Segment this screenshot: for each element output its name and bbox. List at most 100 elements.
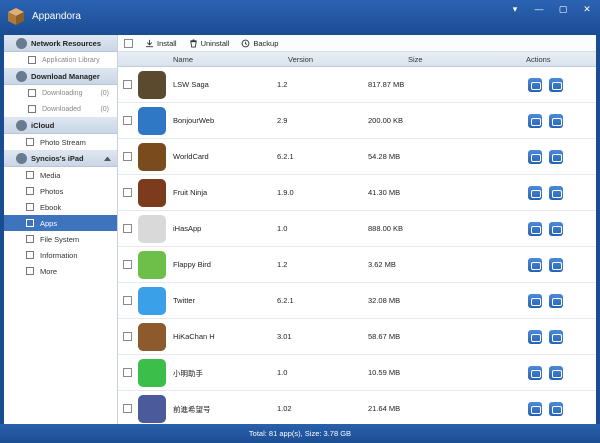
column-version[interactable]: Version xyxy=(288,55,313,64)
row-checkbox[interactable] xyxy=(123,116,132,125)
sidebar-section-download-manager[interactable]: Download Manager xyxy=(4,68,117,85)
sidebar-item-ebook[interactable]: Ebook xyxy=(4,199,117,215)
install-button[interactable]: Install xyxy=(145,39,177,48)
row-checkbox[interactable] xyxy=(123,80,132,89)
uninstall-app-button[interactable] xyxy=(549,294,563,308)
uninstall-app-button[interactable] xyxy=(549,402,563,416)
table-row[interactable]: Fruit Ninja 1.9.0 41.30 MB xyxy=(118,175,596,211)
backup-button[interactable]: Backup xyxy=(241,39,278,48)
app-name: HiKaChan H xyxy=(173,332,215,341)
download-icon xyxy=(16,70,27,82)
backup-app-button[interactable] xyxy=(528,258,542,272)
row-checkbox[interactable] xyxy=(123,404,132,413)
sidebar-item-apps[interactable]: Apps xyxy=(4,215,117,231)
backup-app-button[interactable] xyxy=(528,222,542,236)
eject-icon[interactable] xyxy=(104,155,111,161)
row-checkbox[interactable] xyxy=(123,260,132,269)
sidebar-item-information[interactable]: Information xyxy=(4,247,117,263)
sidebar: Network Resources Application Library Do… xyxy=(4,35,118,424)
sidebar-section-network-resources[interactable]: Network Resources xyxy=(4,35,117,52)
sidebar-item-more[interactable]: More xyxy=(4,263,117,279)
uninstall-app-button[interactable] xyxy=(549,186,563,200)
ipad-icon xyxy=(16,152,27,164)
appandora-logo-icon xyxy=(8,8,24,25)
backup-app-button[interactable] xyxy=(528,114,542,128)
backup-app-button[interactable] xyxy=(528,330,542,344)
install-icon xyxy=(145,39,154,47)
row-checkbox[interactable] xyxy=(123,188,132,197)
app-version: 1.0 xyxy=(277,368,288,377)
uninstall-app-button[interactable] xyxy=(549,366,563,380)
app-version: 1.9.0 xyxy=(277,188,294,197)
sidebar-item-downloading[interactable]: Downloading (0) xyxy=(4,85,117,101)
backup-app-button[interactable] xyxy=(528,402,542,416)
backup-app-button[interactable] xyxy=(528,366,542,380)
app-name: Fruit Ninja xyxy=(173,188,208,197)
table-row[interactable]: Flappy Bird 1.2 3.62 MB xyxy=(118,247,596,283)
uninstall-app-button[interactable] xyxy=(549,330,563,344)
app-size: 888.00 KB xyxy=(368,224,404,233)
library-icon xyxy=(28,56,36,64)
uninstall-app-button[interactable] xyxy=(549,258,563,272)
backup-app-button[interactable] xyxy=(528,78,542,92)
minimize-button[interactable]: — xyxy=(532,4,546,15)
app-version: 2.9 xyxy=(277,116,288,125)
sidebar-item-downloaded[interactable]: Downloaded (0) xyxy=(4,101,117,117)
window-title: Appandora xyxy=(32,11,81,22)
uninstall-app-button[interactable] xyxy=(549,150,563,164)
table-row[interactable]: iHasApp 1.0 888.00 KB xyxy=(118,211,596,247)
select-all-checkbox[interactable] xyxy=(124,38,133,48)
app-size: 10.59 MB xyxy=(368,368,401,377)
app-version: 1.2 xyxy=(277,260,288,269)
backup-app-button[interactable] xyxy=(528,186,542,200)
row-checkbox[interactable] xyxy=(123,152,132,161)
table-row[interactable]: WorldCard 6.2.1 54.28 MB xyxy=(118,139,596,175)
app-name: iHasApp xyxy=(173,224,202,233)
table-row[interactable]: 小明助手 1.0 10.59 MB xyxy=(118,355,596,391)
table-row[interactable]: Twitter 6.2.1 32.08 MB xyxy=(118,283,596,319)
backup-app-button[interactable] xyxy=(528,150,542,164)
apps-table: LSW Saga 1.2 817.87 MB BonjourWeb 2.9 20… xyxy=(118,67,596,424)
app-icon xyxy=(138,359,166,387)
sidebar-item-photos[interactable]: Photos xyxy=(4,183,117,199)
app-version: 6.2.1 xyxy=(277,152,294,161)
column-actions: Actions xyxy=(526,55,551,64)
app-size: 817.87 MB xyxy=(368,80,405,89)
row-checkbox[interactable] xyxy=(123,296,132,305)
app-icon xyxy=(138,323,166,351)
sidebar-section-device[interactable]: Syncios's iPad xyxy=(4,150,117,167)
sidebar-item-file-system[interactable]: File System xyxy=(4,231,117,247)
row-checkbox[interactable] xyxy=(123,332,132,341)
heart-icon xyxy=(26,267,34,275)
app-size: 3.62 MB xyxy=(368,260,396,269)
column-name[interactable]: Name xyxy=(173,55,193,64)
maximize-button[interactable]: ▢ xyxy=(556,4,570,15)
backup-app-button[interactable] xyxy=(528,294,542,308)
table-row[interactable]: BonjourWeb 2.9 200.00 KB xyxy=(118,103,596,139)
uninstall-app-button[interactable] xyxy=(549,114,563,128)
table-row[interactable]: LSW Saga 1.2 817.87 MB xyxy=(118,67,596,103)
sidebar-item-media[interactable]: Media xyxy=(4,167,117,183)
table-row[interactable]: 前進希望号 1.02 21.64 MB xyxy=(118,391,596,424)
uninstall-app-button[interactable] xyxy=(549,222,563,236)
row-checkbox[interactable] xyxy=(123,224,132,233)
uninstall-app-button[interactable] xyxy=(549,78,563,92)
app-size: 58.67 MB xyxy=(368,332,401,341)
sidebar-section-icloud[interactable]: iCloud xyxy=(4,117,117,134)
column-size[interactable]: Size xyxy=(408,55,423,64)
app-name: 小明助手 xyxy=(173,369,203,378)
sidebar-item-photo-stream[interactable]: Photo Stream xyxy=(4,134,117,150)
downloading-icon xyxy=(28,89,36,97)
apps-icon xyxy=(26,219,34,227)
table-row[interactable]: HiKaChan H 3.01 58.67 MB xyxy=(118,319,596,355)
sidebar-item-application-library[interactable]: Application Library xyxy=(4,52,117,68)
close-button[interactable]: ✕ xyxy=(580,4,594,15)
cloud-icon xyxy=(16,119,27,131)
title-bar: Appandora ▾ — ▢ ✕ xyxy=(0,0,600,35)
uninstall-button[interactable]: Uninstall xyxy=(189,39,229,48)
app-name: Twitter xyxy=(173,296,196,305)
app-name: BonjourWeb xyxy=(173,116,215,125)
row-checkbox[interactable] xyxy=(123,368,132,377)
user-icon xyxy=(26,251,34,259)
menu-dropdown-button[interactable]: ▾ xyxy=(508,4,522,15)
